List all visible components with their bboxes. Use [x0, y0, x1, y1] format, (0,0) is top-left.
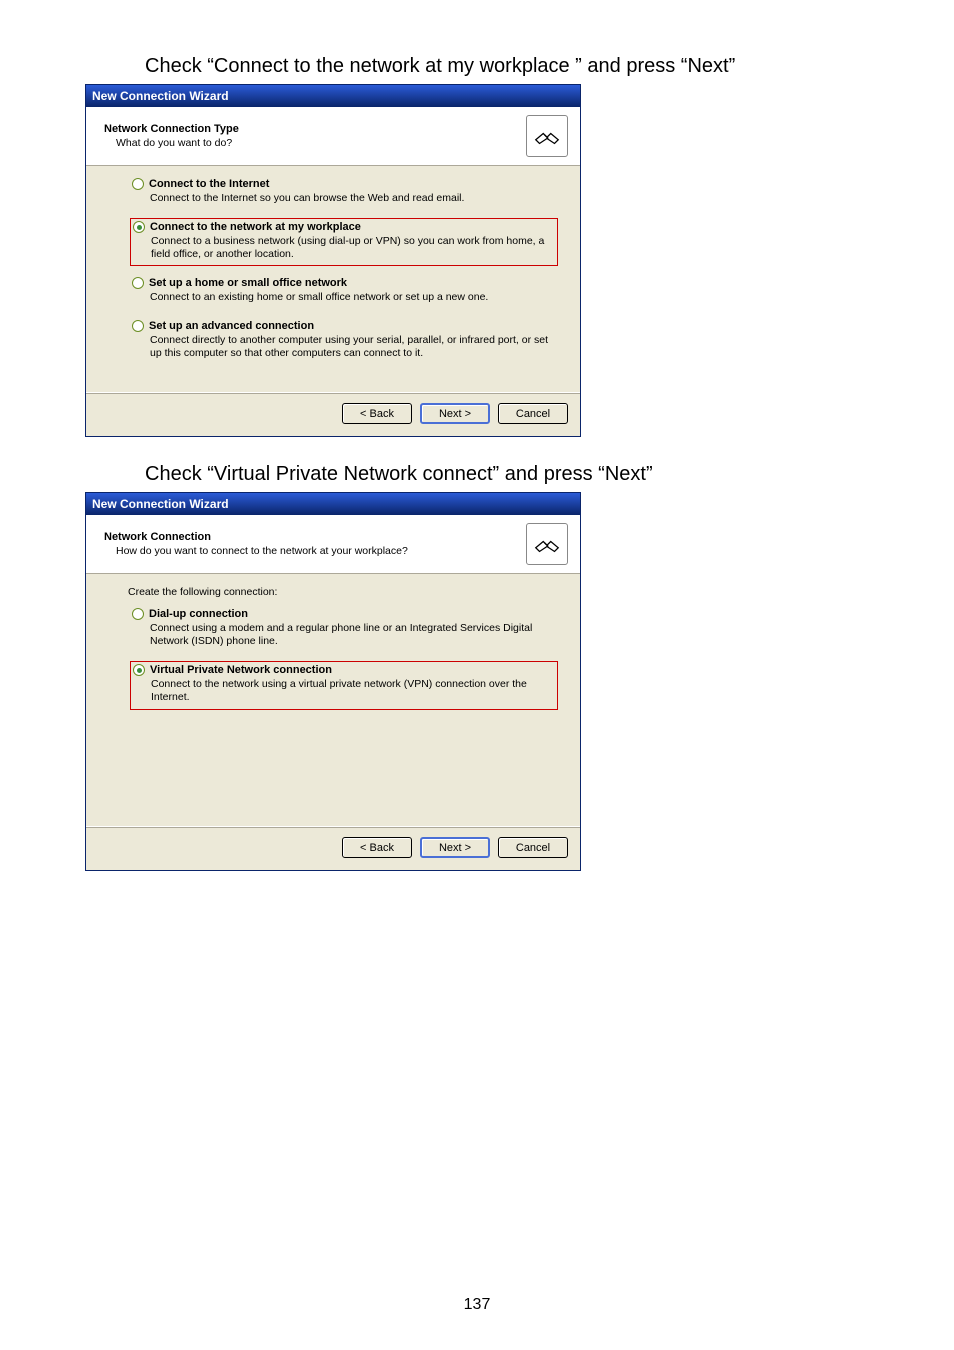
option-label: Virtual Private Network connection — [150, 664, 332, 676]
dialog-header: Network Connection How do you want to co… — [86, 515, 580, 574]
option-desc: Connect using a modem and a regular phon… — [150, 622, 550, 648]
option-dialup-connection[interactable]: Dial-up connection Connect using a modem… — [130, 606, 558, 652]
option-label: Connect to the network at my workplace — [150, 221, 361, 233]
header-subtitle: What do you want to do? — [116, 137, 526, 149]
radio-icon[interactable] — [132, 178, 144, 190]
next-button[interactable]: Next > — [420, 837, 490, 858]
radio-icon[interactable] — [132, 320, 144, 332]
cancel-button[interactable]: Cancel — [498, 837, 568, 858]
next-button[interactable]: Next > — [420, 403, 490, 424]
back-button[interactable]: < Back — [342, 837, 412, 858]
intro-text: Create the following connection: — [128, 586, 558, 598]
option-connect-workplace[interactable]: Connect to the network at my workplace C… — [130, 218, 558, 266]
page-number: 137 — [0, 1296, 954, 1314]
dialog-header: Network Connection Type What do you want… — [86, 107, 580, 166]
radio-icon[interactable] — [132, 608, 144, 620]
header-title: Network Connection Type — [104, 123, 526, 135]
dialog-titlebar: New Connection Wizard — [86, 85, 580, 107]
option-desc: Connect to the network using a virtual p… — [151, 678, 551, 704]
option-desc: Connect to a business network (using dia… — [151, 235, 551, 261]
radio-icon[interactable] — [133, 221, 145, 233]
option-desc: Connect directly to another computer usi… — [150, 334, 550, 360]
option-desc: Connect to the Internet so you can brows… — [150, 192, 550, 205]
dialog-button-row: < Back Next > Cancel — [86, 392, 580, 436]
back-button[interactable]: < Back — [342, 403, 412, 424]
header-subtitle: How do you want to connect to the networ… — [116, 545, 526, 557]
new-connection-wizard-dialog-2: New Connection Wizard Network Connection… — [85, 492, 581, 871]
option-connect-internet[interactable]: Connect to the Internet Connect to the I… — [130, 176, 558, 209]
option-label: Dial-up connection — [149, 608, 248, 620]
dialog-body: Create the following connection: Dial-up… — [86, 574, 580, 826]
option-advanced-connection[interactable]: Set up an advanced connection Connect di… — [130, 318, 558, 364]
option-label: Connect to the Internet — [149, 178, 269, 190]
option-desc: Connect to an existing home or small off… — [150, 291, 550, 304]
option-label: Set up an advanced connection — [149, 320, 314, 332]
option-vpn-connection[interactable]: Virtual Private Network connection Conne… — [130, 661, 558, 709]
handshake-icon — [526, 523, 568, 565]
dialog-button-row: < Back Next > Cancel — [86, 826, 580, 870]
radio-icon[interactable] — [133, 664, 145, 676]
option-home-office-network[interactable]: Set up a home or small office network Co… — [130, 275, 558, 308]
radio-icon[interactable] — [132, 277, 144, 289]
option-label: Set up a home or small office network — [149, 277, 347, 289]
handshake-icon — [526, 115, 568, 157]
dialog-titlebar: New Connection Wizard — [86, 493, 580, 515]
new-connection-wizard-dialog-1: New Connection Wizard Network Connection… — [85, 84, 581, 437]
header-title: Network Connection — [104, 531, 526, 543]
caption-2: Check “Virtual Private Network connect” … — [145, 463, 954, 486]
caption-1: Check “Connect to the network at my work… — [145, 55, 954, 78]
dialog-body: Connect to the Internet Connect to the I… — [86, 166, 580, 392]
cancel-button[interactable]: Cancel — [498, 403, 568, 424]
